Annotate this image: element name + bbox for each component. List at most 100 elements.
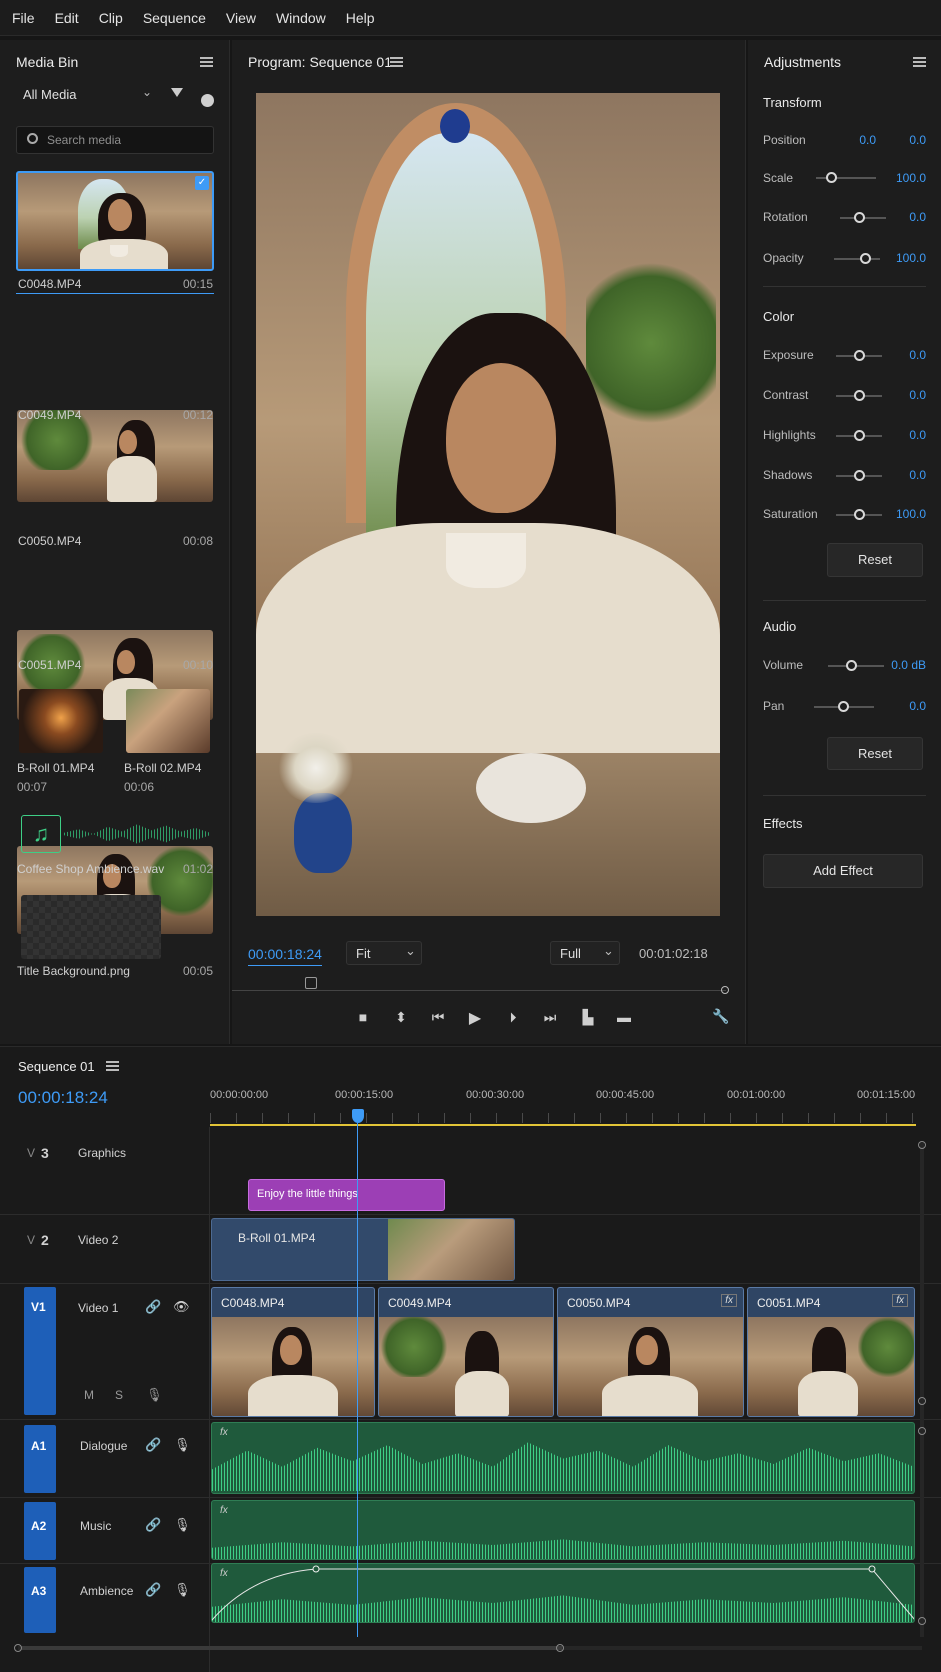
add-effect-button[interactable]: Add Effect <box>763 854 923 888</box>
menu-icon[interactable] <box>200 57 213 67</box>
rotation-slider[interactable] <box>840 212 886 223</box>
export-frame-icon[interactable]: ▬ <box>615 1009 633 1025</box>
highlights-slider[interactable] <box>836 430 882 441</box>
mark-in-icon[interactable]: ■ <box>354 1009 372 1025</box>
menu-window[interactable]: Window <box>276 10 326 26</box>
eye-icon[interactable]: 👁 <box>173 1299 190 1315</box>
current-timecode[interactable]: 00:00:18:24 <box>248 946 322 966</box>
menu-icon[interactable] <box>390 57 403 67</box>
settings-icon[interactable] <box>201 94 214 107</box>
color-reset-button[interactable]: Reset <box>827 543 923 577</box>
quality-dropdown[interactable]: Full ⌄ <box>550 941 620 965</box>
scrubber-end-handle[interactable] <box>721 986 729 994</box>
contrast-value[interactable]: 0.0 <box>886 388 926 402</box>
scrollbar-handle[interactable] <box>918 1617 926 1625</box>
scrollbar-handle[interactable] <box>14 1644 22 1652</box>
title-clip[interactable]: Enjoy the little things <box>248 1179 445 1211</box>
saturation-value[interactable]: 100.0 <box>878 507 926 521</box>
menu-sequence[interactable]: Sequence <box>143 10 206 26</box>
scrollbar-handle[interactable] <box>918 1427 926 1435</box>
menu-file[interactable]: File <box>12 10 35 26</box>
menu-help[interactable]: Help <box>346 10 375 26</box>
opacity-value[interactable]: 100.0 <box>878 251 926 265</box>
volume-keyframe-line[interactable] <box>212 1564 915 1623</box>
menu-icon[interactable] <box>106 1061 119 1071</box>
scrollbar-handle[interactable] <box>918 1141 926 1149</box>
video-clip[interactable]: C0051.MP4 fx <box>747 1287 915 1417</box>
link-icon[interactable]: 🔗 <box>145 1582 161 1598</box>
contrast-slider[interactable] <box>836 390 882 401</box>
audio-clip[interactable]: fx <box>211 1422 915 1494</box>
track-a3-tab[interactable] <box>24 1567 56 1633</box>
search-input[interactable]: Search media <box>16 126 214 154</box>
media-item-thumb[interactable] <box>17 410 213 502</box>
marker-icon[interactable]: ⬍ <box>392 1009 410 1026</box>
h-scrollbar-thumb[interactable] <box>22 1646 562 1650</box>
scrubber-handle[interactable] <box>305 977 317 989</box>
shadows-slider[interactable] <box>836 470 882 481</box>
mute-button[interactable]: M <box>84 1388 94 1402</box>
pan-slider[interactable] <box>814 701 874 712</box>
microphone-icon[interactable]: 🎙 <box>174 1437 191 1453</box>
wrench-icon[interactable]: 🔧 <box>712 1008 730 1025</box>
media-item-thumb[interactable]: ✓ <box>16 171 214 271</box>
link-icon[interactable]: 🔗 <box>145 1299 161 1315</box>
fx-badge[interactable]: fx <box>721 1294 737 1307</box>
play-icon[interactable]: ▶ <box>466 1008 484 1028</box>
scrollbar-handle[interactable] <box>556 1644 564 1652</box>
exposure-value[interactable]: 0.0 <box>886 348 926 362</box>
track-a1-tab[interactable] <box>24 1425 56 1493</box>
audio-reset-button[interactable]: Reset <box>827 737 923 770</box>
position-y-value[interactable]: 0.0 <box>886 133 926 147</box>
fit-dropdown[interactable]: Fit ⌄ <box>346 941 422 965</box>
step-back-icon[interactable]: ⏮ <box>429 1009 447 1026</box>
vertical-scrollbar[interactable] <box>920 1143 924 1637</box>
highlights-value[interactable]: 0.0 <box>886 428 926 442</box>
pan-value[interactable]: 0.0 <box>886 699 926 713</box>
volume-value[interactable]: 0.0 dB <box>872 658 926 672</box>
link-icon[interactable]: 🔗 <box>145 1437 161 1453</box>
menu-edit[interactable]: Edit <box>55 10 79 26</box>
position-x-value[interactable]: 0.0 <box>836 133 876 147</box>
microphone-icon[interactable]: 🎙 <box>146 1387 163 1403</box>
menu-view[interactable]: View <box>226 10 256 26</box>
ruler-ticks[interactable] <box>210 1113 916 1123</box>
lift-icon[interactable]: ▙ <box>579 1009 597 1026</box>
timeline-timecode[interactable]: 00:00:18:24 <box>18 1088 108 1108</box>
program-video-frame[interactable] <box>256 93 720 916</box>
shadows-value[interactable]: 0.0 <box>886 468 926 482</box>
filter-icon[interactable] <box>171 88 183 97</box>
media-item-thumb[interactable] <box>126 689 210 753</box>
video-clip[interactable]: C0049.MP4 <box>378 1287 554 1417</box>
exposure-slider[interactable] <box>836 350 882 361</box>
audio-clip[interactable]: fx <box>211 1563 915 1623</box>
playhead-line[interactable] <box>357 1123 358 1637</box>
music-note-icon[interactable]: ♫ <box>21 815 61 853</box>
media-item-thumb[interactable] <box>21 895 161 959</box>
saturation-slider[interactable] <box>836 509 882 520</box>
opacity-slider[interactable] <box>834 253 880 264</box>
go-to-end-icon[interactable]: ⏭ <box>541 1009 559 1026</box>
work-area-bar[interactable] <box>210 1124 916 1126</box>
fx-badge[interactable]: fx <box>220 1505 228 1516</box>
rotation-value[interactable]: 0.0 <box>886 210 926 224</box>
step-forward-icon[interactable]: ⏵ <box>504 1009 522 1026</box>
scale-slider[interactable] <box>816 172 876 183</box>
microphone-icon[interactable]: 🎙 <box>174 1582 191 1598</box>
link-icon[interactable]: 🔗 <box>145 1517 161 1533</box>
scrollbar-handle[interactable] <box>918 1397 926 1405</box>
solo-button[interactable]: S <box>115 1388 123 1402</box>
menu-clip[interactable]: Clip <box>99 10 123 26</box>
fx-badge[interactable]: fx <box>892 1294 908 1307</box>
microphone-icon[interactable]: 🎙 <box>174 1517 191 1533</box>
playhead-handle[interactable] <box>352 1109 364 1123</box>
fx-badge[interactable]: fx <box>220 1427 228 1438</box>
broll-clip[interactable]: B-Roll 01.MP4 <box>211 1218 515 1281</box>
menu-icon[interactable] <box>913 57 926 67</box>
media-filter-dropdown[interactable]: All Media ⌄ <box>16 84 156 106</box>
video-clip[interactable]: C0050.MP4 fx <box>557 1287 744 1417</box>
scale-value[interactable]: 100.0 <box>878 171 926 185</box>
video-clip[interactable]: C0048.MP4 <box>211 1287 375 1417</box>
playback-scrubber[interactable] <box>232 990 726 991</box>
audio-clip[interactable]: fx <box>211 1500 915 1560</box>
